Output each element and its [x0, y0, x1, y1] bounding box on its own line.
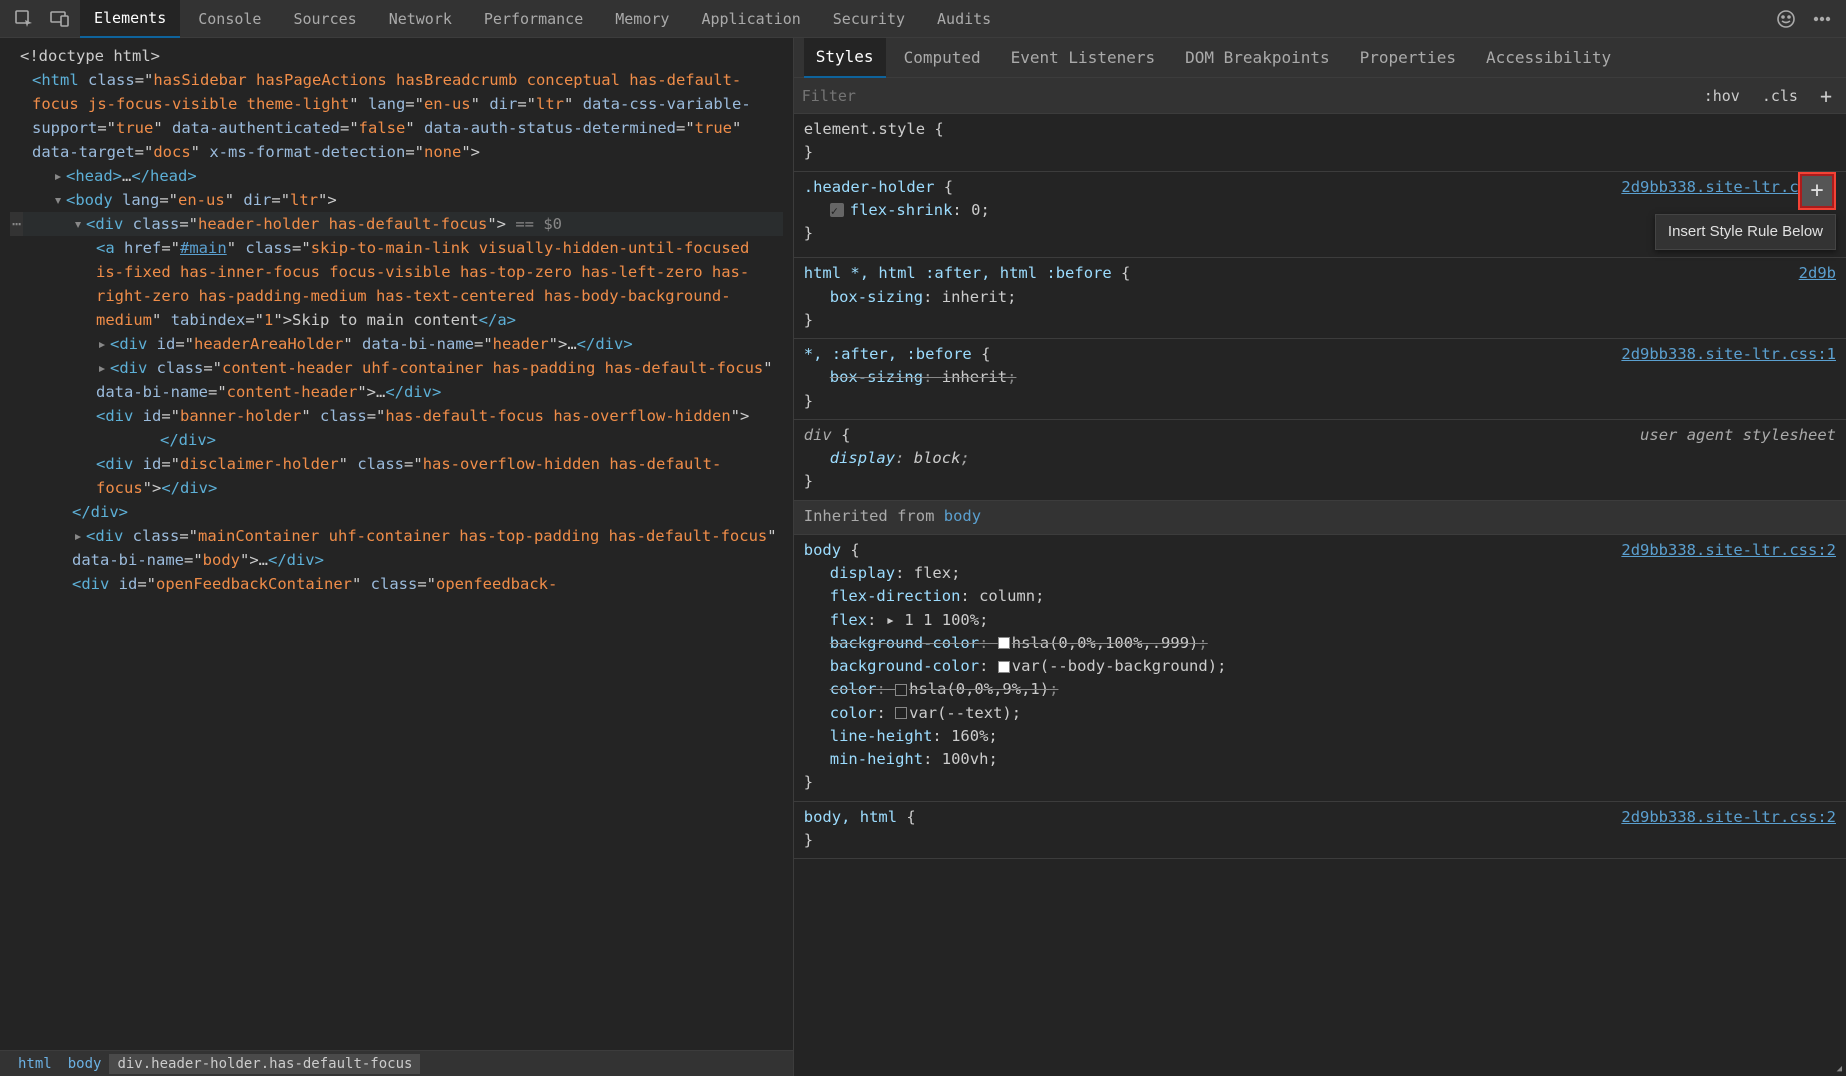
style-rules[interactable]: element.style {}2d9bb338.site-ltr.css:2.… [794, 114, 1846, 1076]
source-link[interactable]: 2d9bb338.site-ltr.css:2 [1621, 806, 1836, 829]
subtab-event-listeners[interactable]: Event Listeners [999, 38, 1168, 77]
more-icon[interactable] [1806, 3, 1838, 35]
tab-security[interactable]: Security [819, 1, 919, 37]
color-swatch[interactable] [998, 637, 1010, 649]
crumb-selected[interactable]: div.header-holder.has-default-focus [109, 1054, 420, 1074]
cls-toggle[interactable]: .cls [1756, 87, 1804, 105]
subtab-properties[interactable]: Properties [1348, 38, 1468, 77]
style-rule[interactable]: 2d9bb338.site-ltr.css:2body, html {} [794, 802, 1846, 860]
style-rule[interactable]: 2d9bb338.site-ltr.css:1*, :after, :befor… [794, 339, 1846, 420]
style-rule[interactable]: user agent stylesheetdiv {display: block… [794, 420, 1846, 501]
color-swatch[interactable] [895, 707, 907, 719]
style-rule[interactable]: 2d9bb338.site-ltr.css:2.header-holder {f… [794, 172, 1846, 259]
insert-rule-button[interactable]: + [1800, 174, 1834, 208]
crumb-html[interactable]: html [10, 1054, 60, 1074]
styles-subtabs: Styles Computed Event Listeners DOM Brea… [794, 38, 1846, 78]
style-rule[interactable]: 2d9bb338.site-ltr.css:2body {display: fl… [794, 535, 1846, 802]
tab-application[interactable]: Application [687, 1, 814, 37]
filter-input[interactable] [802, 87, 1688, 105]
color-swatch[interactable] [998, 661, 1010, 673]
subtab-accessibility[interactable]: Accessibility [1474, 38, 1623, 77]
tab-audits[interactable]: Audits [923, 1, 1005, 37]
tooltip: Insert Style Rule Below [1655, 214, 1836, 251]
style-rule[interactable]: element.style {} [794, 114, 1846, 172]
source-link[interactable]: 2d9bb338.site-ltr.css:2 [1621, 539, 1836, 562]
source-link[interactable]: 2d9bb338.site-ltr.css:1 [1621, 343, 1836, 366]
tab-elements[interactable]: Elements [80, 0, 180, 38]
crumb-body[interactable]: body [60, 1054, 110, 1074]
style-rule[interactable]: 2d9bhtml *, html :after, html :before {b… [794, 258, 1846, 339]
dom-tree[interactable]: <!doctype html> <html class="hasSidebar … [0, 38, 793, 1050]
new-rule-icon[interactable]: + [1814, 84, 1838, 108]
hov-toggle[interactable]: :hov [1698, 87, 1746, 105]
tab-memory[interactable]: Memory [601, 1, 683, 37]
feedback-icon[interactable] [1770, 3, 1802, 35]
tab-console[interactable]: Console [184, 1, 275, 37]
color-swatch[interactable] [895, 684, 907, 696]
ua-label: user agent stylesheet [1640, 424, 1836, 447]
tab-sources[interactable]: Sources [279, 1, 370, 37]
tab-network[interactable]: Network [375, 1, 466, 37]
device-toggle-icon[interactable] [44, 3, 76, 35]
filter-bar: :hov .cls + ◢ [794, 78, 1846, 114]
source-link[interactable]: 2d9b [1799, 262, 1836, 285]
checkbox-icon[interactable] [830, 203, 844, 217]
inspect-icon[interactable] [8, 3, 40, 35]
tab-performance[interactable]: Performance [470, 1, 597, 37]
subtab-styles[interactable]: Styles [804, 38, 886, 78]
subtab-computed[interactable]: Computed [892, 38, 993, 77]
style-rule[interactable]: Inherited from body [794, 501, 1846, 535]
breadcrumb: html body div.header-holder.has-default-… [0, 1050, 793, 1076]
devtools-tabbar: Elements Console Sources Network Perform… [0, 0, 1846, 38]
subtab-dom-breakpoints[interactable]: DOM Breakpoints [1173, 38, 1342, 77]
